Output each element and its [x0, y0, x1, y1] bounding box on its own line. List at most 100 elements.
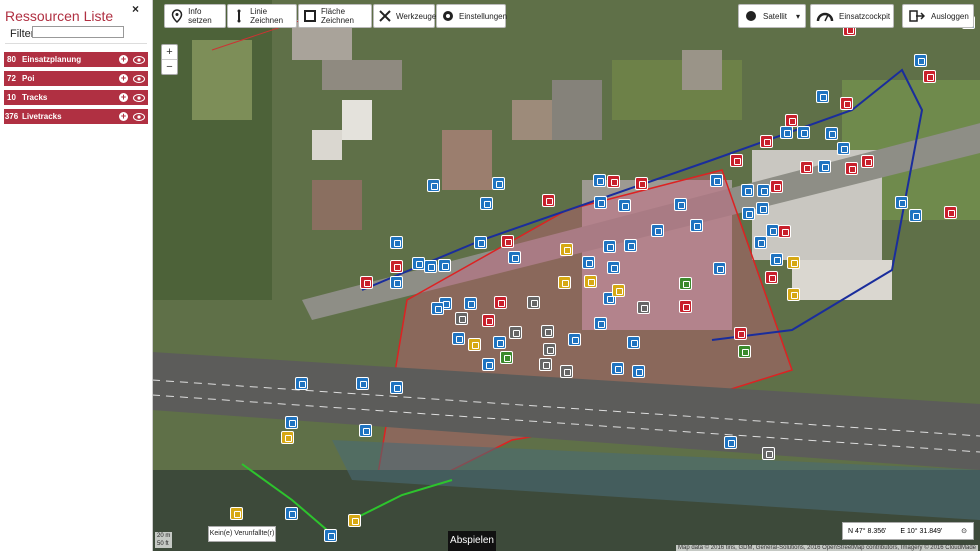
play-button[interactable]: Abspielen — [448, 531, 496, 551]
add-icon[interactable]: + — [119, 112, 128, 121]
tools-button[interactable]: Werkzeuge — [373, 4, 436, 28]
resource-marker-icon[interactable] — [754, 236, 767, 249]
resource-marker-icon[interactable] — [560, 243, 573, 256]
resource-marker-icon[interactable] — [632, 365, 645, 378]
group-tracks[interactable]: 10 Tracks + — [4, 90, 148, 105]
resource-marker-icon[interactable] — [593, 174, 606, 187]
resource-marker-icon[interactable] — [787, 288, 800, 301]
resource-marker-icon[interactable] — [651, 224, 664, 237]
resource-marker-icon[interactable] — [618, 199, 631, 212]
resource-marker-icon[interactable] — [797, 126, 810, 139]
resource-marker-icon[interactable] — [542, 194, 555, 207]
resource-marker-icon[interactable] — [770, 180, 783, 193]
add-icon[interactable]: + — [119, 55, 128, 64]
resource-marker-icon[interactable] — [474, 236, 487, 249]
resource-marker-icon[interactable] — [501, 235, 514, 248]
resource-marker-icon[interactable] — [724, 436, 737, 449]
resource-marker-icon[interactable] — [508, 251, 521, 264]
resource-marker-icon[interactable] — [582, 256, 595, 269]
resource-marker-icon[interactable] — [568, 333, 581, 346]
resource-marker-icon[interactable] — [837, 142, 850, 155]
resource-marker-icon[interactable] — [356, 377, 369, 390]
logout-button[interactable]: Ausloggen — [902, 4, 974, 28]
resource-marker-icon[interactable] — [757, 184, 770, 197]
resource-marker-icon[interactable] — [594, 317, 607, 330]
settings-button[interactable]: Einstellungen — [436, 4, 507, 28]
resource-marker-icon[interactable] — [431, 302, 444, 315]
info-button[interactable]: Info setzen — [164, 4, 226, 28]
resource-marker-icon[interactable] — [390, 260, 403, 273]
resource-marker-icon[interactable] — [624, 239, 637, 252]
resource-marker-icon[interactable] — [360, 276, 373, 289]
resource-marker-icon[interactable] — [285, 507, 298, 520]
resource-marker-icon[interactable] — [690, 219, 703, 232]
resource-marker-icon[interactable] — [825, 127, 838, 140]
cockpit-button[interactable]: Einsatzcockpit — [810, 4, 894, 28]
resource-marker-icon[interactable] — [818, 160, 831, 173]
resource-marker-icon[interactable] — [359, 424, 372, 437]
resource-marker-icon[interactable] — [539, 358, 552, 371]
resource-marker-icon[interactable] — [909, 209, 922, 222]
resource-marker-icon[interactable] — [295, 377, 308, 390]
close-icon[interactable]: × — [132, 2, 139, 16]
resource-marker-icon[interactable] — [230, 507, 243, 520]
resource-marker-icon[interactable] — [770, 253, 783, 266]
zoom-out-button[interactable]: − — [162, 60, 177, 74]
draw-area-button[interactable]: Fläche Zeichnen — [298, 4, 372, 28]
resource-marker-icon[interactable] — [468, 338, 481, 351]
resource-marker-icon[interactable] — [438, 259, 451, 272]
resource-marker-icon[interactable] — [492, 177, 505, 190]
resource-marker-icon[interactable] — [800, 161, 813, 174]
locate-icon[interactable]: ⊙ — [961, 527, 967, 535]
resource-marker-icon[interactable] — [281, 431, 294, 444]
resource-marker-icon[interactable] — [679, 277, 692, 290]
resource-marker-icon[interactable] — [455, 312, 468, 325]
resource-marker-icon[interactable] — [607, 175, 620, 188]
layer-select[interactable]: Satellit ▾ — [738, 4, 806, 28]
resource-marker-icon[interactable] — [390, 276, 403, 289]
resource-marker-icon[interactable] — [543, 343, 556, 356]
resource-marker-icon[interactable] — [778, 225, 791, 238]
filter-input[interactable] — [32, 26, 124, 38]
eye-icon[interactable] — [133, 74, 145, 83]
resource-marker-icon[interactable] — [780, 126, 793, 139]
resource-marker-icon[interactable] — [756, 202, 769, 215]
group-einsatzplanung[interactable]: 80 Einsatzplanung + — [4, 52, 148, 67]
resource-marker-icon[interactable] — [710, 174, 723, 187]
resource-marker-icon[interactable] — [603, 240, 616, 253]
resource-marker-icon[interactable] — [584, 275, 597, 288]
group-poi[interactable]: 72 Poi + — [4, 71, 148, 86]
resource-marker-icon[interactable] — [840, 97, 853, 110]
resource-marker-icon[interactable] — [923, 70, 936, 83]
resource-marker-icon[interactable] — [493, 336, 506, 349]
resource-marker-icon[interactable] — [713, 262, 726, 275]
resource-marker-icon[interactable] — [816, 90, 829, 103]
resource-marker-icon[interactable] — [762, 447, 775, 460]
resource-marker-icon[interactable] — [427, 179, 440, 192]
resource-marker-icon[interactable] — [765, 271, 778, 284]
resource-marker-icon[interactable] — [464, 297, 477, 310]
resource-marker-icon[interactable] — [509, 326, 522, 339]
eye-icon[interactable] — [133, 55, 145, 64]
resource-marker-icon[interactable] — [730, 154, 743, 167]
resource-marker-icon[interactable] — [494, 296, 507, 309]
resource-marker-icon[interactable] — [324, 529, 337, 542]
resource-marker-icon[interactable] — [742, 207, 755, 220]
resource-marker-icon[interactable] — [895, 196, 908, 209]
add-icon[interactable]: + — [119, 74, 128, 83]
resource-marker-icon[interactable] — [500, 351, 513, 364]
resource-marker-icon[interactable] — [741, 184, 754, 197]
resource-marker-icon[interactable] — [480, 197, 493, 210]
resource-marker-icon[interactable] — [527, 296, 540, 309]
resource-marker-icon[interactable] — [787, 256, 800, 269]
resource-marker-icon[interactable] — [348, 514, 361, 527]
resource-marker-icon[interactable] — [560, 365, 573, 378]
add-icon[interactable]: + — [119, 93, 128, 102]
resource-marker-icon[interactable] — [612, 284, 625, 297]
resource-marker-icon[interactable] — [594, 196, 607, 209]
resource-marker-icon[interactable] — [424, 260, 437, 273]
resource-marker-icon[interactable] — [558, 276, 571, 289]
resource-marker-icon[interactable] — [734, 327, 747, 340]
resource-marker-icon[interactable] — [611, 362, 624, 375]
resource-marker-icon[interactable] — [637, 301, 650, 314]
